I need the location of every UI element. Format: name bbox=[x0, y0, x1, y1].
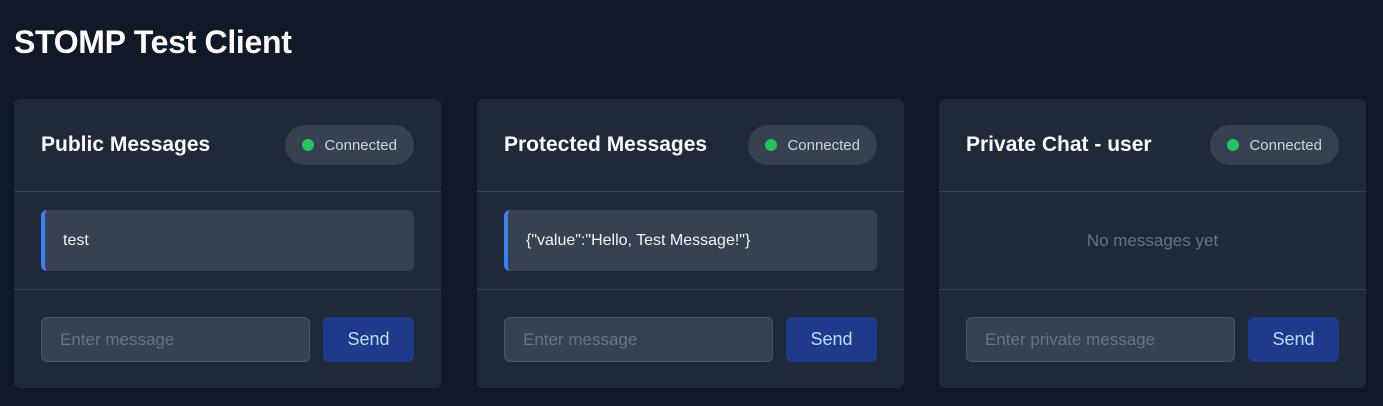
message-list: {"value":"Hello, Test Message!"} bbox=[477, 192, 904, 290]
panel-private-chat: Private Chat - user Connected No message… bbox=[939, 99, 1366, 388]
empty-state-text: No messages yet bbox=[1086, 230, 1219, 250]
message-list: test bbox=[14, 192, 441, 290]
send-button[interactable]: Send bbox=[323, 317, 414, 362]
status-text: Connected bbox=[787, 136, 860, 154]
send-button[interactable]: Send bbox=[1248, 317, 1339, 362]
message-item: {"value":"Hello, Test Message!"} bbox=[504, 210, 877, 271]
status-text: Connected bbox=[1249, 136, 1322, 154]
message-composer: Send bbox=[504, 317, 877, 362]
message-composer: Send bbox=[41, 317, 414, 362]
panel-header: Private Chat - user Connected bbox=[939, 99, 1366, 192]
message-input[interactable] bbox=[41, 317, 310, 362]
status-badge: Connected bbox=[1210, 125, 1339, 165]
status-dot-icon bbox=[302, 139, 315, 151]
send-button[interactable]: Send bbox=[786, 317, 877, 362]
panel-public-messages: Public Messages Connected test Send bbox=[14, 99, 441, 388]
private-message-input[interactable] bbox=[966, 317, 1235, 362]
panel-title: Public Messages bbox=[41, 133, 211, 156]
panel-header: Public Messages Connected bbox=[14, 99, 441, 192]
status-badge: Connected bbox=[748, 125, 877, 165]
page-title: STOMP Test Client bbox=[14, 24, 292, 60]
panel-title: Protected Messages bbox=[504, 133, 708, 156]
message-list: No messages yet bbox=[939, 192, 1366, 290]
message-item: test bbox=[41, 210, 414, 271]
panel-protected-messages: Protected Messages Connected {"value":"H… bbox=[477, 99, 904, 388]
status-text: Connected bbox=[324, 136, 397, 154]
status-dot-icon bbox=[1227, 139, 1240, 151]
status-badge: Connected bbox=[285, 125, 414, 165]
panel-header: Protected Messages Connected bbox=[477, 99, 904, 192]
message-input[interactable] bbox=[504, 317, 773, 362]
message-composer: Send bbox=[966, 317, 1339, 362]
panel-title: Private Chat - user bbox=[966, 133, 1152, 156]
status-dot-icon bbox=[765, 139, 778, 151]
